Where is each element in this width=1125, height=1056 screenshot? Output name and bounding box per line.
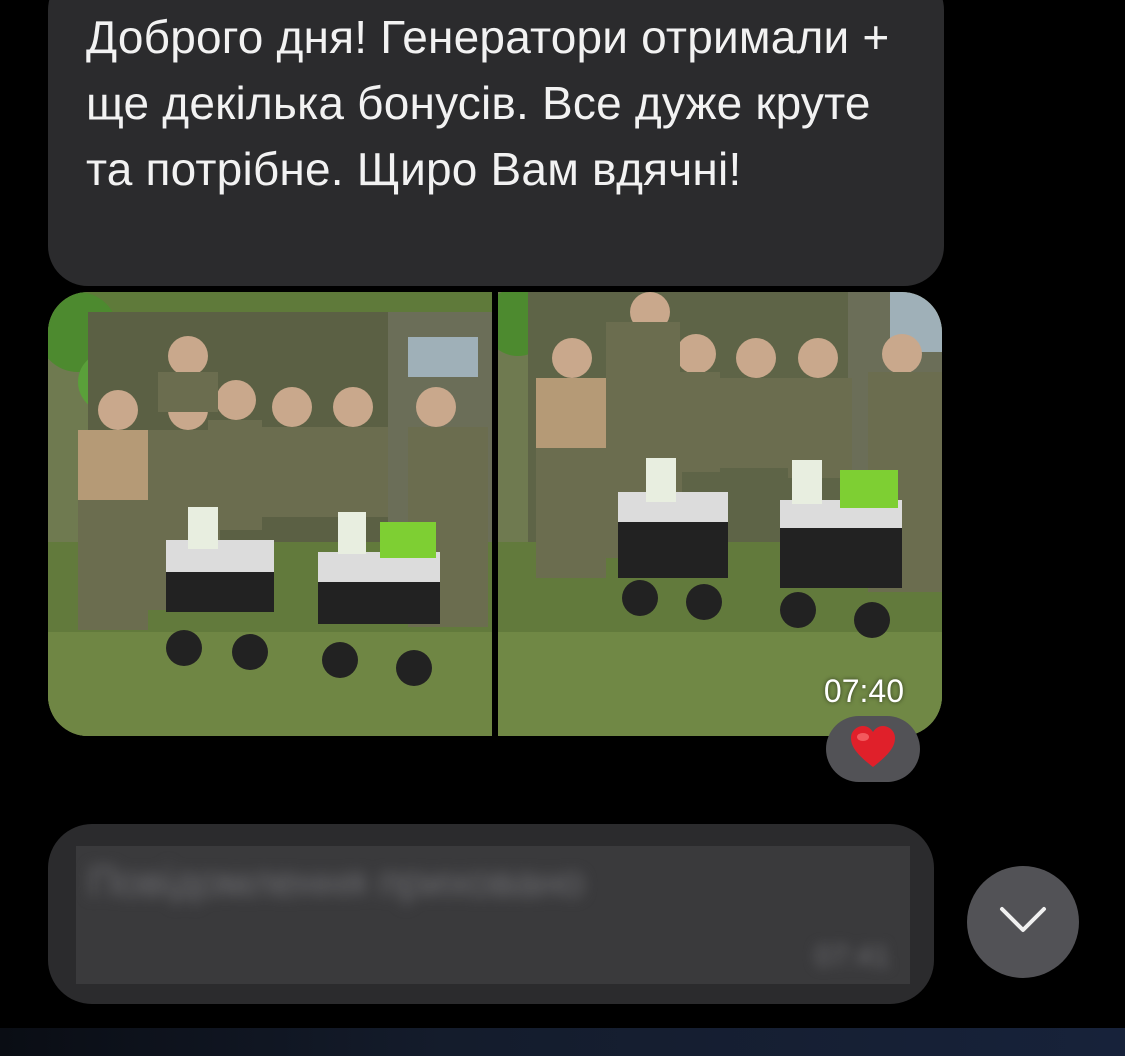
- bottom-bar: [0, 1028, 1125, 1056]
- blurred-text: Повідомлення приховано: [88, 858, 584, 905]
- scroll-down-button[interactable]: [967, 866, 1079, 978]
- photo-1[interactable]: [48, 292, 492, 736]
- blurred-time: 07:41: [814, 940, 890, 973]
- message-time: 07:40: [823, 673, 904, 709]
- message-text: Доброго дня! Генератори отримали + ще де…: [86, 11, 890, 195]
- reaction-badge[interactable]: [826, 716, 920, 782]
- photo-album[interactable]: 07:40: [48, 292, 942, 736]
- heart-icon: [849, 725, 897, 774]
- chevron-down-icon: [998, 905, 1048, 940]
- blurred-content: Повідомлення приховано 07:41: [76, 846, 910, 984]
- message-bubble-blurred[interactable]: Повідомлення приховано 07:41: [48, 824, 934, 1004]
- photo-2[interactable]: [498, 292, 942, 736]
